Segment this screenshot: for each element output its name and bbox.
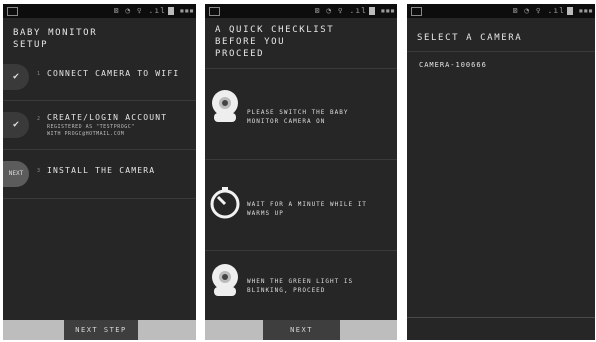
- camera-list-item[interactable]: CAMERA-100666: [419, 61, 487, 69]
- select-camera-screen: ⊠ ◔ ♀ .ıl ▪▪▪ SELECT A CAMERA CAMERA-100…: [407, 4, 595, 340]
- clock-icon: ▪▪▪: [179, 6, 194, 15]
- gallery-icon: [209, 7, 220, 16]
- camera-icon: [212, 90, 238, 122]
- checklist-item: WHEN THE GREEN LIGHT IS BLINKING, PROCEE…: [205, 251, 397, 321]
- battery-icon: [567, 7, 573, 15]
- step-label: CREATE/LOGIN ACCOUNT: [47, 113, 168, 122]
- bottom-bar: [407, 317, 595, 340]
- timer-icon: [210, 187, 240, 219]
- next-step-button[interactable]: NEXT STEP: [64, 320, 138, 340]
- gallery-icon: [7, 7, 18, 16]
- checkmark-icon: ✔: [3, 112, 29, 138]
- status-icons: ⊠ ◔ ♀ .ıl: [113, 6, 166, 15]
- step-row-install[interactable]: NEXT 3 INSTALL THE CAMERA: [3, 150, 196, 199]
- page-title: A QUICK CHECKLIST BEFORE YOU PROCEED: [215, 25, 335, 59]
- step-sublabel: REGISTERED AS "TESTPROGC" WITH PROGC@HOT…: [47, 124, 135, 137]
- step-number: 3: [37, 168, 41, 174]
- page-title: BABY MONITOR SETUP: [13, 28, 98, 50]
- next-badge: NEXT: [3, 161, 29, 187]
- checklist-screen: ⊠ ◔ ♀ .ıl ▪▪▪ A QUICK CHECKLIST BEFORE Y…: [205, 4, 397, 340]
- status-icons: ⊠ ◔ ♀ .ıl: [314, 6, 367, 15]
- checklist-item: WAIT FOR A MINUTE WHILE IT WARMS UP: [205, 160, 397, 251]
- next-button[interactable]: NEXT: [263, 320, 340, 340]
- step-row-connect[interactable]: ✔ 1 CONNECT CAMERA TO WIFI: [3, 54, 196, 101]
- divider: [407, 51, 595, 52]
- step-label: CONNECT CAMERA TO WIFI: [47, 69, 180, 78]
- status-bar: ⊠ ◔ ♀ .ıl ▪▪▪: [3, 4, 196, 18]
- checklist-text: PLEASE SWITCH THE BABY MONITOR CAMERA ON: [247, 109, 349, 125]
- gallery-icon: [411, 7, 422, 16]
- page-title: SELECT A CAMERA: [417, 33, 523, 43]
- step-number: 2: [37, 116, 41, 122]
- checkmark-icon: ✔: [3, 64, 29, 90]
- checklist-text: WHEN THE GREEN LIGHT IS BLINKING, PROCEE…: [247, 278, 354, 294]
- clock-icon: ▪▪▪: [380, 6, 395, 15]
- status-bar: ⊠ ◔ ♀ .ıl ▪▪▪: [407, 4, 595, 18]
- status-icons: ⊠ ◔ ♀ .ıl: [512, 6, 565, 15]
- checklist-text: WAIT FOR A MINUTE WHILE IT WARMS UP: [247, 201, 367, 217]
- status-bar: ⊠ ◔ ♀ .ıl ▪▪▪: [205, 4, 397, 18]
- setup-screen: ⊠ ◔ ♀ .ıl ▪▪▪ BABY MONITOR SETUP ✔ 1 CON…: [3, 4, 196, 340]
- clock-icon: ▪▪▪: [578, 6, 593, 15]
- battery-icon: [168, 7, 174, 15]
- step-row-account[interactable]: ✔ 2 CREATE/LOGIN ACCOUNT REGISTERED AS "…: [3, 101, 196, 150]
- checklist-item: PLEASE SWITCH THE BABY MONITOR CAMERA ON: [205, 69, 397, 160]
- camera-light-icon: [212, 264, 238, 296]
- step-label: INSTALL THE CAMERA: [47, 166, 156, 175]
- step-number: 1: [37, 71, 41, 77]
- battery-icon: [369, 7, 375, 15]
